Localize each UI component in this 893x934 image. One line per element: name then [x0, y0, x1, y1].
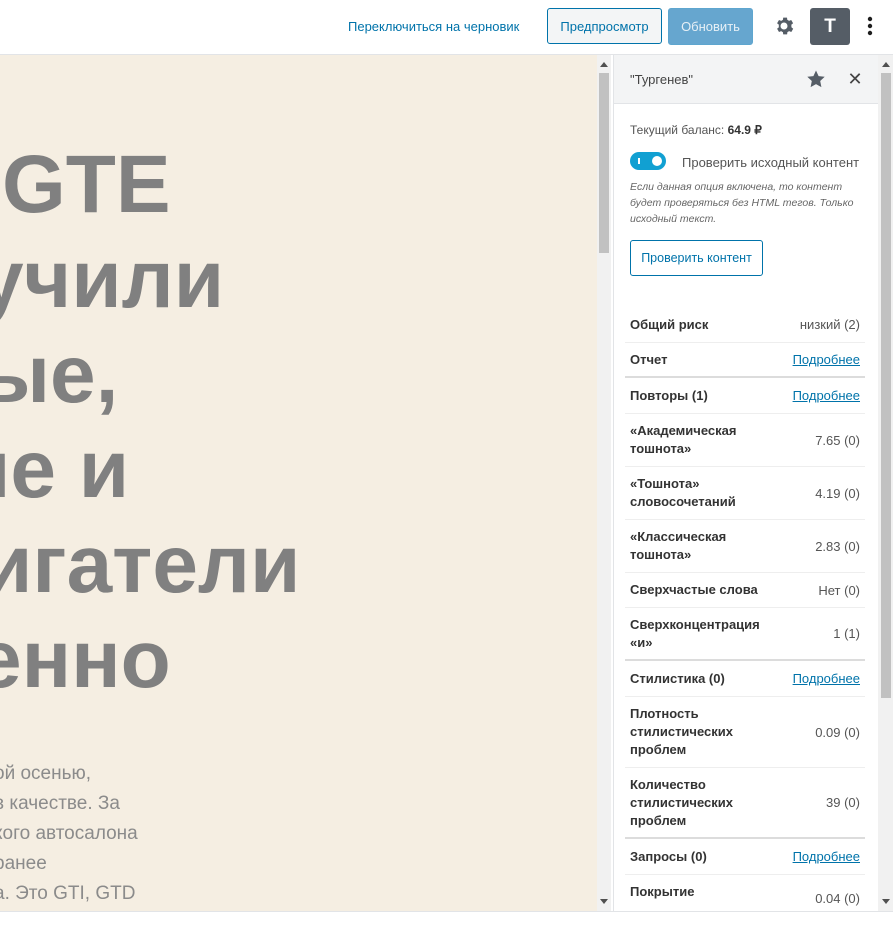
results-list: Общий риск низкий (2) Отчет Подробнее По… — [625, 307, 865, 911]
result-row-classic-nausea: «Классическая тошнота» 2.83 (0) — [625, 520, 865, 573]
check-content-button[interactable]: Проверить контент — [630, 240, 763, 276]
result-row-style-count: Количество стилистических проблем 39 (0) — [625, 768, 865, 839]
post-title[interactable]: GTE учили ые, ие и игатели енно — [0, 137, 580, 707]
result-row-report: Отчет Подробнее — [625, 343, 865, 378]
title-line: ые, — [0, 329, 119, 420]
result-row-repeats: Повторы (1) Подробнее — [625, 378, 865, 414]
plugin-sidebar: "Тургенев" ✕ Текущий баланс: 64.9 ₽ Пров… — [613, 55, 878, 911]
result-row-academic-nausea: «Академическая тошнота» 7.65 (0) — [625, 414, 865, 467]
scroll-down-arrow-icon[interactable] — [600, 899, 608, 904]
details-link[interactable]: Подробнее — [793, 671, 860, 686]
result-row-and-concentration: Сверхконцентрация «и» 1 (1) — [625, 608, 865, 661]
title-line: GTE — [2, 139, 171, 230]
star-icon[interactable] — [806, 69, 826, 89]
turgenev-plugin-button[interactable]: T — [810, 8, 850, 45]
balance-info: Текущий баланс: 64.9 ₽ — [630, 123, 762, 137]
title-line: енно — [0, 614, 171, 705]
gear-icon[interactable] — [771, 13, 797, 39]
source-content-toggle[interactable] — [630, 152, 666, 170]
paragraph-line: в качестве. За — [0, 793, 120, 814]
balance-label: Текущий баланс: — [630, 123, 725, 137]
editor-canvas[interactable]: GTE учили ые, ие и игатели енно ой осень… — [0, 55, 597, 911]
editor-scrollbar[interactable] — [597, 55, 611, 911]
balance-value: 64.9 ₽ — [727, 123, 762, 137]
result-row-coverage: Покрытие 0.04 (0) — [625, 875, 865, 911]
result-row-phrase-nausea: «Тошнота» словосочетаний 4.19 (0) — [625, 467, 865, 520]
sidebar-header: "Тургенев" ✕ — [614, 55, 878, 104]
result-row-style-density: Плотность стилистических проблем 0.09 (0… — [625, 697, 865, 768]
details-link[interactable]: Подробнее — [793, 388, 860, 403]
scroll-up-arrow-icon[interactable] — [882, 62, 890, 67]
result-row-queries: Запросы (0) Подробнее — [625, 839, 865, 875]
close-icon[interactable]: ✕ — [845, 69, 865, 89]
paragraph-line: ранее — [0, 853, 47, 874]
preview-button[interactable]: Предпросмотр — [547, 8, 662, 44]
scroll-down-arrow-icon[interactable] — [882, 899, 890, 904]
switch-to-draft-link[interactable]: Переключиться на черновик — [348, 19, 519, 34]
scroll-up-arrow-icon[interactable] — [600, 62, 608, 67]
result-row-stylistics: Стилистика (0) Подробнее — [625, 661, 865, 697]
post-paragraph[interactable]: ой осенью, в качестве. За кого автосалон… — [0, 759, 138, 909]
sidebar-title: "Тургенев" — [630, 72, 694, 87]
sidebar-scrollbar[interactable] — [878, 55, 893, 911]
title-line: учили — [0, 234, 225, 325]
editor-toolbar: Переключиться на черновик Предпросмотр О… — [0, 0, 893, 55]
toggle-label: Проверить исходный контент — [682, 155, 860, 170]
details-link[interactable]: Подробнее — [793, 849, 860, 864]
scrollbar-thumb[interactable] — [599, 73, 609, 253]
update-button[interactable]: Обновить — [668, 8, 753, 45]
toggle-hint: Если данная опция включена, то контент б… — [630, 181, 854, 225]
result-row-overall-risk: Общий риск низкий (2) — [625, 307, 865, 343]
result-row-frequent-words: Сверхчастые слова Нет (0) — [625, 573, 865, 608]
scrollbar-thumb[interactable] — [881, 73, 891, 698]
paragraph-line: кого автосалона — [0, 823, 138, 844]
bottom-bar — [0, 911, 893, 934]
paragraph-line: ой осенью, — [0, 763, 92, 784]
title-line: ие и — [0, 424, 130, 515]
kebab-icon[interactable] — [860, 13, 880, 39]
details-link[interactable]: Подробнее — [793, 352, 860, 367]
title-line: игатели — [0, 519, 301, 610]
paragraph-line: а. Это GTI, GTD — [0, 883, 136, 904]
